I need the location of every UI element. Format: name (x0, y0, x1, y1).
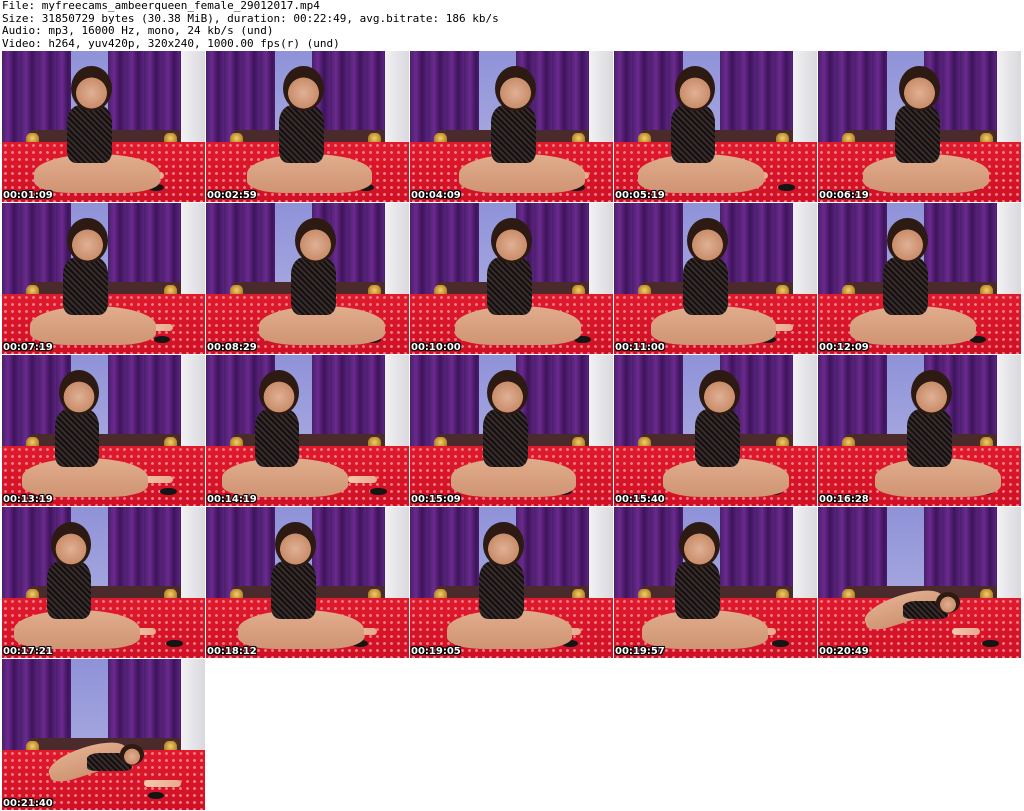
person-dress (907, 409, 952, 467)
thumbnail-timestamp: 00:16:28 (819, 494, 869, 505)
person-head (699, 370, 740, 416)
person-dress (279, 105, 324, 163)
person-head (935, 591, 961, 613)
video-thumbnail[interactable]: 00:12:09 (818, 203, 1021, 354)
thumbnail-timestamp: 00:15:09 (411, 494, 461, 505)
file-name-line: File: myfreecams_ambeerqueen_female_2901… (2, 0, 320, 12)
video-thumbnail[interactable]: 00:11:00 (614, 203, 817, 354)
video-line: Video: h264, yuv420p, 320x240, 1000.00 f… (2, 36, 340, 50)
video-thumbnail[interactable]: 00:15:40 (614, 355, 817, 506)
thumbnail-timestamp: 00:14:19 (207, 494, 257, 505)
video-thumbnail[interactable]: 00:10:00 (410, 203, 613, 354)
person-head (687, 218, 728, 264)
person-dress (895, 105, 940, 163)
thumbnail-timestamp: 00:15:40 (615, 494, 665, 505)
thumbnail-timestamp: 00:19:57 (615, 646, 665, 657)
video-thumbnail[interactable]: 00:21:40 (2, 659, 205, 810)
person-dress (695, 409, 740, 467)
video-thumbnail[interactable]: 00:05:19 (614, 51, 817, 202)
person-dress (54, 409, 100, 467)
thumbnail-timestamp: 00:06:19 (819, 190, 869, 201)
person-head (887, 218, 928, 264)
thumbnail-timestamp: 00:12:09 (819, 342, 869, 353)
person-dress (670, 105, 716, 163)
thumbnail-timestamp: 00:13:19 (3, 494, 53, 505)
person-head (119, 743, 145, 765)
bed-object (144, 779, 181, 788)
thumbnail-timestamp: 00:02:59 (207, 190, 257, 201)
video-thumbnail[interactable]: 00:15:09 (410, 355, 613, 506)
person-dress (483, 409, 528, 467)
audio-line: Audio: mp3, 16000 Hz, mono, 24 kb/s (und… (2, 24, 274, 37)
person-head (487, 370, 528, 416)
person-dress (491, 105, 536, 163)
thumbnail-timestamp: 00:20:49 (819, 646, 869, 657)
person-head (66, 218, 108, 264)
person-head (899, 66, 940, 112)
thumbnail-timestamp: 00:05:19 (615, 190, 665, 201)
person-head (283, 66, 324, 112)
person-head (495, 66, 536, 112)
person-head (483, 522, 524, 568)
person-dress (62, 257, 108, 315)
file-info-header: File: myfreecams_ambeerqueen_female_2901… (2, 0, 1022, 50)
person-dress (46, 561, 92, 619)
thumbnail-timestamp: 00:10:00 (411, 342, 461, 353)
thumbnail-timestamp: 00:11:00 (615, 342, 665, 353)
person-dress (882, 257, 928, 315)
thumbnail-timestamp: 00:07:19 (3, 342, 53, 353)
person-dress (479, 561, 524, 619)
video-thumbnail[interactable]: 00:16:28 (818, 355, 1021, 506)
thumbnail-timestamp: 00:01:09 (3, 190, 53, 201)
video-thumbnail[interactable]: 00:01:09 (2, 51, 205, 202)
thumbnail-timestamp: 00:08:29 (207, 342, 257, 353)
video-thumbnail[interactable]: 00:14:19 (206, 355, 409, 506)
thumbnail-timestamp: 00:21:40 (3, 798, 53, 809)
person-dress (66, 105, 112, 163)
video-thumbnail[interactable]: 00:06:19 (818, 51, 1021, 202)
bed-object (348, 475, 377, 484)
bed-object (951, 627, 981, 636)
person-head (678, 522, 720, 568)
person-head (911, 370, 952, 416)
thumbnail-timestamp: 00:19:05 (411, 646, 461, 657)
thumbnail-timestamp: 00:17:21 (3, 646, 53, 657)
video-thumbnail[interactable]: 00:20:49 (818, 507, 1021, 658)
person-dress (487, 257, 532, 315)
video-thumbnail[interactable]: 00:02:59 (206, 51, 409, 202)
person-dress (683, 257, 728, 315)
thumbnail-timestamp: 00:18:12 (207, 646, 257, 657)
video-thumbnail[interactable]: 00:19:05 (410, 507, 613, 658)
video-thumbnail[interactable]: 00:13:19 (2, 355, 205, 506)
person-dress (270, 561, 316, 619)
person-head (71, 66, 112, 112)
video-thumbnail[interactable]: 00:08:29 (206, 203, 409, 354)
video-thumbnail[interactable]: 00:07:19 (2, 203, 205, 354)
person-dress (254, 409, 300, 467)
person-dress (674, 561, 720, 619)
video-thumbnail[interactable]: 00:17:21 (2, 507, 205, 658)
person-head (275, 522, 316, 568)
video-thumbnail[interactable]: 00:19:57 (614, 507, 817, 658)
person-head (295, 218, 336, 264)
video-thumbnail[interactable]: 00:04:09 (410, 51, 613, 202)
person-head (491, 218, 532, 264)
person-dress (291, 257, 336, 315)
thumbnail-timestamp: 00:04:09 (411, 190, 461, 201)
video-thumbnail[interactable]: 00:18:12 (206, 507, 409, 658)
